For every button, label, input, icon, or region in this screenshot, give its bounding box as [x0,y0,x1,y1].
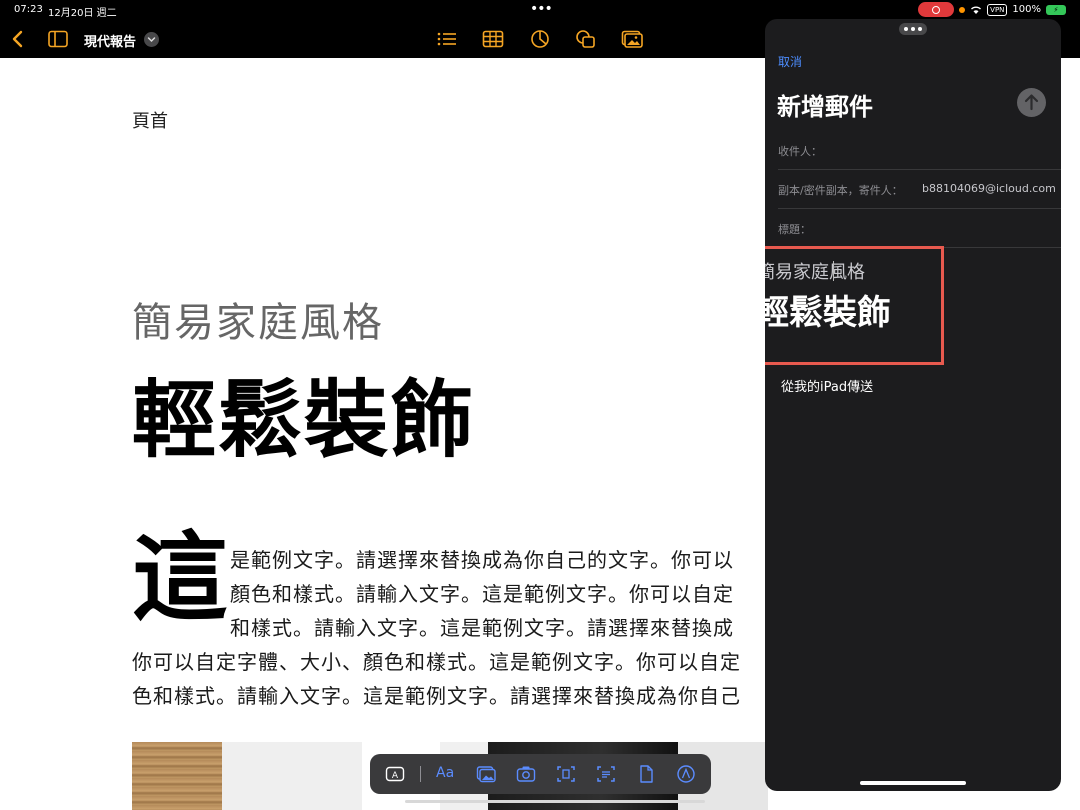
pasted-subtitle: 簡易家庭風格 [765,262,865,283]
insert-toolbar: A Aa [370,754,711,794]
cc-field-label[interactable]: 副本/密件副本，寄件人： [778,182,903,198]
chevron-left-icon[interactable] [8,28,28,50]
status-indicators: VPN 100% ⚡ [918,2,1066,17]
document-name[interactable]: 現代報告 [84,31,136,50]
paragraph-line[interactable]: 顏色和樣式。請輸入文字。這是範例文字。你可以自定 [230,578,734,607]
home-indicator[interactable] [860,781,966,785]
from-address[interactable]: b88104069@icloud.com [922,182,1056,195]
shape-icon[interactable] [575,29,597,49]
document-title[interactable]: 輕鬆裝飾 [132,353,476,474]
divider [778,208,1061,209]
window-grabber-icon[interactable] [899,23,927,35]
document-icon[interactable] [636,764,656,784]
vpn-badge: VPN [987,3,1008,16]
svg-text:A: A [392,771,399,781]
pencil-circle-icon[interactable] [676,764,696,784]
text-style-button[interactable]: Aa [436,765,454,781]
status-time: 07:23 [14,4,43,15]
multitasking-dots-icon[interactable]: ••• [530,1,553,17]
battery-charging-icon: ⚡ [1046,4,1066,15]
mail-title: 新增郵件 [777,93,873,121]
to-field-label[interactable]: 收件人： [778,143,822,159]
status-date: 12月20日 週二 [48,8,117,19]
document-subtitle[interactable]: 簡易家庭風格 [132,290,384,348]
mail-signature[interactable]: 從我的iPad傳送 [781,376,873,395]
photo-icon[interactable] [476,764,496,784]
drop-cap[interactable]: 這 [132,530,228,626]
paragraph-line[interactable]: 色和樣式。請輸入文字。這是範例文字。請選擇來替換成為你自己 [132,680,741,709]
paragraph-line[interactable]: 和樣式。請輸入文字。這是範例文字。請選擇來替換成 [230,612,734,641]
paragraph-line[interactable]: 是範例文字。請選擇來替換成為你自己的文字。你可以 [230,544,734,573]
toolbar-divider [420,766,421,782]
pasted-title: 輕鬆裝飾 [765,293,891,333]
status-bar: 07:23 12月20日 週二 ••• VPN 100% ⚡ [0,0,1080,20]
sidebar-icon[interactable] [48,30,68,48]
screen-recording-icon[interactable] [918,2,955,17]
placeholder-photo[interactable] [222,742,362,810]
text-cursor [833,261,834,281]
send-button[interactable] [1017,88,1046,117]
pasted-content-highlight[interactable]: 簡易家庭風格 輕鬆裝飾 [765,246,944,365]
text-box-icon[interactable]: A [385,764,405,784]
media-icon[interactable] [621,29,643,49]
camera-icon[interactable] [516,764,536,784]
microphone-indicator-icon [959,6,966,13]
chart-icon[interactable] [529,29,551,49]
arrow-up-icon [1024,94,1039,111]
paragraph-line[interactable]: 你可以自定字體、大小、顏色和樣式。這是範例文字。你可以自定 [132,646,741,675]
wifi-icon [971,6,982,14]
mail-compose-panel: 取消 新增郵件 收件人： 副本/密件副本，寄件人： b88104069@iclo… [765,19,1061,791]
scan-icon[interactable] [556,764,576,784]
placeholder-photo[interactable] [132,742,222,810]
subject-field-label[interactable]: 標題： [778,221,811,237]
chevron-down-icon[interactable] [144,32,159,47]
list-icon[interactable] [436,29,458,49]
scan-text-icon[interactable] [596,764,616,784]
scroll-indicator [405,800,705,803]
battery-percent: 100% [1012,4,1041,15]
cancel-button[interactable]: 取消 [778,53,802,70]
table-icon[interactable] [482,29,504,49]
divider [778,169,1061,170]
page-header[interactable]: 頁首 [132,107,168,133]
